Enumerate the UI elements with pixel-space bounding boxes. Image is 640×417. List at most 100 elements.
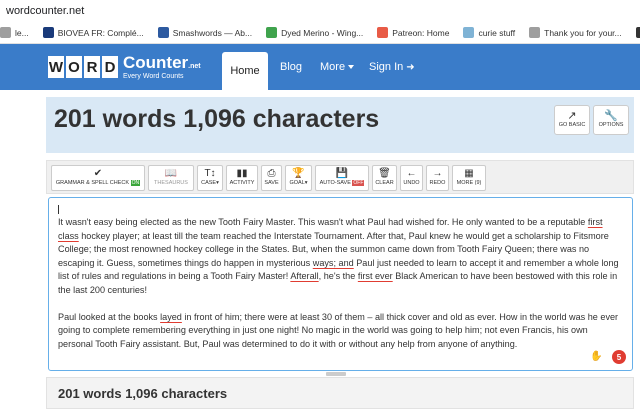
bookmark-item[interactable]: Patreon: Home (377, 27, 449, 38)
w-icon (266, 27, 278, 38)
activity-label: ACTIVITY (229, 180, 255, 186)
site-logo[interactable]: W O R D Counter.net Every Word Counts (48, 52, 201, 82)
address-bar[interactable]: wordcounter.net (0, 0, 640, 22)
spelling-error[interactable]: Afterall (290, 271, 318, 281)
globe-icon (529, 27, 541, 38)
arrow-right-icon: → (432, 168, 443, 179)
trophy-icon: 🏆 (292, 168, 305, 179)
nav-more[interactable]: More (320, 56, 355, 78)
editor-toolbar: ✔ GRAMMAR & SPELL CHECK ON 📖 THESAURUS T↕ C… (46, 160, 634, 194)
nation-icon (635, 27, 640, 38)
text-run: Paul looked at the books (58, 311, 161, 322)
logo-tagline: Every Word Counts (123, 73, 184, 80)
grid-icon: ▦ (464, 168, 474, 179)
biovea-icon (42, 27, 54, 38)
grammar-on-badge: ON (130, 180, 141, 186)
logo-letter: O (66, 56, 82, 78)
print-icon: ⎙ (267, 168, 276, 179)
wrench-icon: 🔧 (604, 110, 618, 122)
grammar-error-badge[interactable]: 5 (612, 350, 626, 364)
spelling-error[interactable]: first ever (358, 271, 393, 281)
activity-button[interactable]: ▮▮ ACTIVITY (226, 165, 258, 191)
save-button[interactable]: ⎙ SAVE (261, 165, 282, 191)
case-button[interactable]: T↕ CASE▾ (197, 165, 223, 191)
auto-save-button[interactable]: 💾 AUTO-SAVE OFF (315, 165, 369, 191)
bookmarks-bar: le... BIOVEA FR: Complé... Smashwords — Ab… (0, 22, 640, 44)
goal-button[interactable]: 🏆 GOAL▾ (285, 165, 312, 191)
text-editor[interactable]: It wasn't easy being elected as the new … (48, 197, 633, 371)
sign-in-icon: ➜ (406, 61, 415, 73)
page-icon (0, 27, 11, 38)
editor-paragraph: Paul looked at the books layed in front … (58, 311, 623, 352)
redo-button[interactable]: → REDO (426, 165, 449, 191)
footer-title: 201 words 1,096 characters (58, 386, 228, 401)
bookmark-item[interactable]: Thank you for your... (529, 27, 622, 38)
auto-save-label: AUTO-SAVE (319, 180, 351, 186)
count-footer: 201 words 1,096 characters (46, 377, 634, 409)
logo-counter: Counter (123, 53, 189, 72)
bookmark-label: curie stuff (478, 27, 516, 38)
nav-home[interactable]: Home (222, 52, 268, 90)
bookmark-item[interactable]: Smashwords — Ab... (157, 27, 253, 38)
bookmark-label: Patreon: Home (392, 27, 450, 38)
logo-letter: W (48, 56, 64, 78)
logo-letter: D (102, 56, 118, 78)
text-cursor (58, 205, 59, 214)
book-icon: 📖 (164, 168, 178, 179)
nav-more-label: More (320, 61, 346, 73)
site-navbar: W O R D Counter.net Every Word Counts Ho… (0, 44, 640, 90)
bookmark-item[interactable]: BIOVEA FR: Complé... (42, 27, 144, 38)
url-text: wordcounter.net (6, 5, 85, 17)
bookmark-item[interactable]: le... (0, 27, 29, 38)
check-icon: ✔ (93, 168, 103, 179)
grammar-label: GRAMMAR & SPELL CHECK (55, 180, 130, 186)
bookmark-item[interactable]: Nation (635, 27, 640, 38)
grammar-check-button[interactable]: ✔ GRAMMAR & SPELL CHECK ON (51, 165, 145, 191)
nav-signin[interactable]: Sign In ➜ (369, 56, 415, 78)
save-label: SAVE (264, 180, 279, 186)
thesaurus-button[interactable]: 📖 THESAURUS (148, 165, 194, 191)
count-header: 201 words 1,096 characters ↗ GO BASIC 🔧 OP… (46, 97, 634, 153)
external-link-icon: ↗ (567, 110, 577, 122)
logo-net: .net (188, 63, 201, 70)
undo-label: UNDO (403, 180, 420, 186)
options-button[interactable]: 🔧 OPTIONS (593, 105, 629, 135)
globe-icon (463, 27, 475, 38)
case-label: CASE (201, 180, 217, 186)
spelling-error[interactable]: ways; and (313, 258, 354, 268)
bookmark-item[interactable]: curie stuff (463, 27, 515, 38)
spelling-error[interactable]: layed (160, 312, 182, 322)
logo-text: Counter.net Every Word Counts (123, 54, 201, 80)
text-case-icon: T↕ (204, 168, 216, 179)
trash-icon: 🗑 (378, 168, 391, 179)
clear-label: CLEAR (375, 180, 394, 186)
logo-letter: R (84, 56, 100, 78)
bookmark-label: Thank you for your... (544, 27, 622, 38)
go-basic-label: GO BASIC (558, 122, 586, 128)
caret-down-icon (348, 65, 355, 69)
bookmark-label: le... (15, 27, 29, 38)
page-title: 201 words 1,096 characters (54, 105, 380, 133)
editor-paragraph: It wasn't easy being elected as the new … (58, 216, 623, 298)
bookmark-label: Smashwords — Ab... (172, 27, 253, 38)
bookmark-item[interactable]: Dyed Merino - Wing... (266, 27, 363, 38)
resize-handle[interactable] (326, 372, 346, 376)
more-tools-button[interactable]: ▦ MORE (9) (452, 165, 486, 191)
smashwords-icon (157, 27, 169, 38)
clear-button[interactable]: 🗑 CLEAR (372, 165, 397, 191)
floppy-icon: 💾 (335, 168, 349, 179)
bookmark-label: Dyed Merino - Wing... (281, 27, 364, 38)
bookmark-label: BIOVEA FR: Complé... (57, 27, 144, 38)
text-run: It wasn't easy being elected as the new … (58, 217, 588, 227)
thesaurus-label: THESAURUS (154, 180, 188, 186)
patreon-icon (377, 27, 389, 38)
hand-icon[interactable]: ✋ (590, 351, 602, 362)
goal-label: GOAL (289, 180, 305, 186)
bar-chart-icon: ▮▮ (236, 168, 248, 179)
go-basic-button[interactable]: ↗ GO BASIC (554, 105, 590, 135)
text-run: , he's the (318, 271, 358, 282)
redo-label: REDO (429, 180, 446, 186)
options-label: OPTIONS (598, 122, 624, 128)
nav-blog[interactable]: Blog (280, 56, 302, 78)
undo-button[interactable]: ← UNDO (400, 165, 423, 191)
